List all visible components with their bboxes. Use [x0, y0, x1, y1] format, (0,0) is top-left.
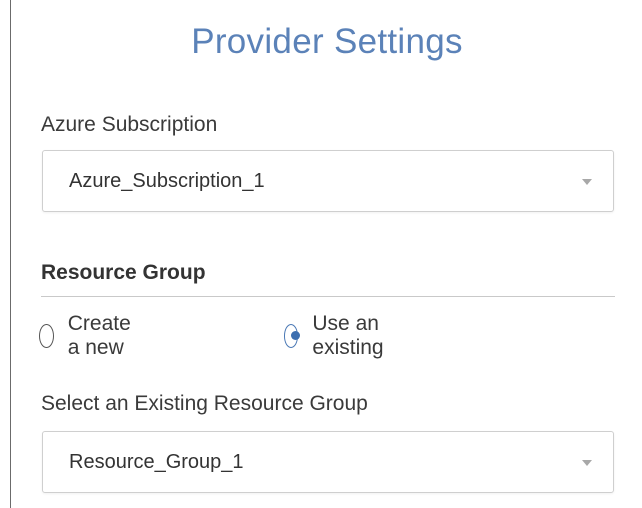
existing-resource-group-label: Select an Existing Resource Group [41, 392, 368, 415]
subscription-select-value: Azure_Subscription_1 [69, 170, 265, 192]
radio-create-new[interactable]: Create a new [39, 312, 140, 359]
subscription-label: Azure Subscription [41, 113, 218, 136]
radio-create-new-label[interactable]: Create a new [68, 312, 140, 360]
chevron-down-icon[interactable] [582, 179, 592, 185]
resource-group-heading: Resource Group [41, 261, 206, 284]
section-divider [41, 296, 615, 297]
chevron-down-icon[interactable] [582, 460, 592, 466]
radio-use-existing-label[interactable]: Use an existing [312, 312, 393, 360]
resource-group-select-value: Resource_Group_1 [69, 451, 244, 473]
radio-use-existing[interactable]: Use an existing [284, 312, 393, 359]
radio-dot-icon [291, 331, 300, 340]
provider-settings-panel: Provider Settings Azure Subscription Azu… [10, 0, 642, 508]
subscription-select[interactable]: Azure_Subscription_1 [42, 150, 614, 212]
radio-unchecked-icon[interactable] [39, 324, 54, 348]
resource-group-select[interactable]: Resource_Group_1 [42, 431, 614, 493]
page-title: Provider Settings [191, 22, 463, 61]
radio-checked-icon[interactable] [284, 324, 300, 348]
